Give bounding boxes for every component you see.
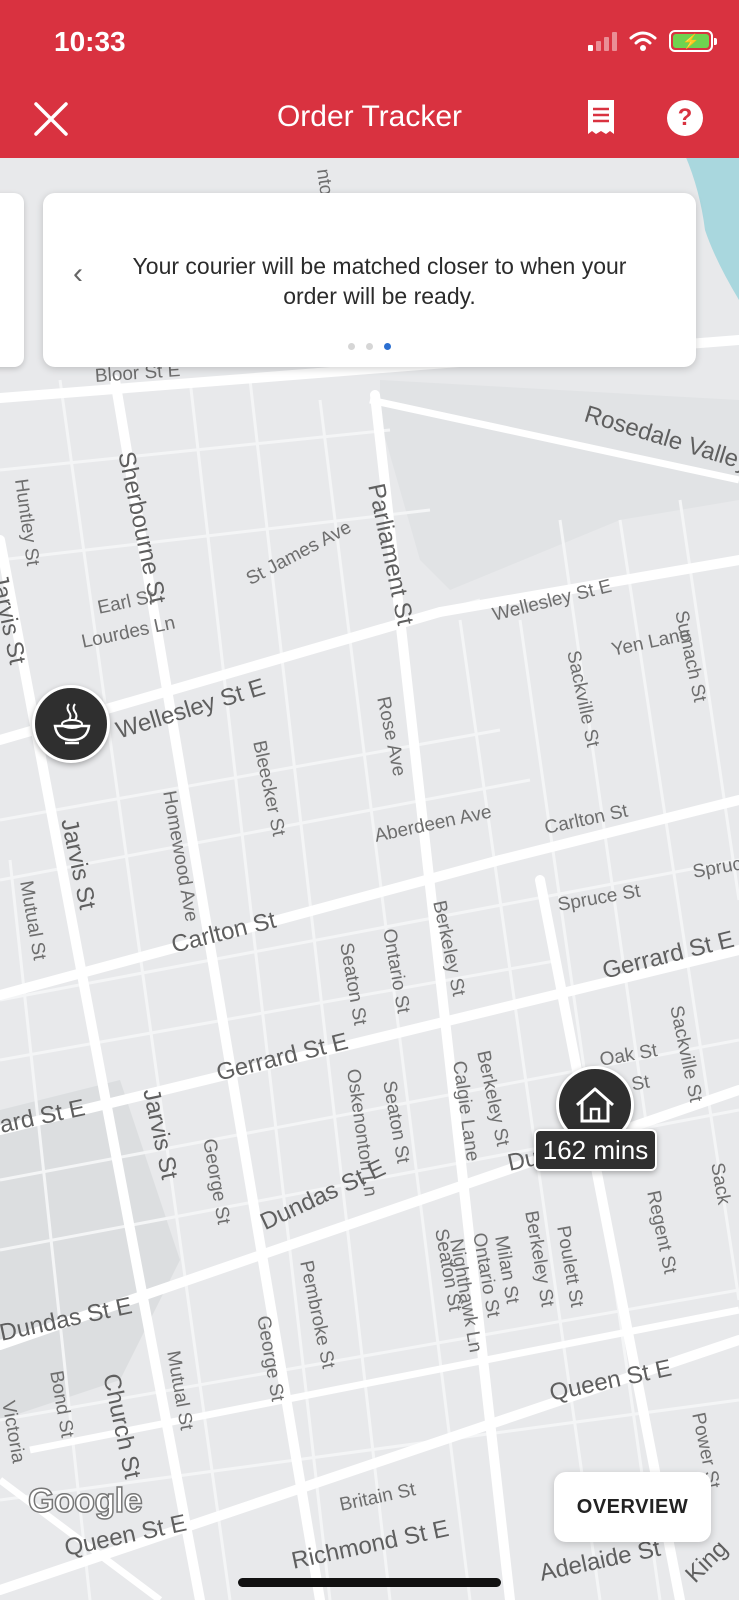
page-dot[interactable] [348,343,355,350]
page-dot-active[interactable] [384,343,391,350]
app-bar: Order Tracker ? [0,88,739,158]
page-dot[interactable] [366,343,373,350]
chevron-left-icon[interactable]: ‹ [63,259,93,289]
status-icons: ⚡ [588,30,717,52]
info-card[interactable]: ‹ Your courier will be matched closer to… [43,193,696,367]
home-indicator [238,1578,501,1587]
help-button[interactable]: ? [667,100,703,136]
battery-charging-icon: ⚡ [669,30,717,52]
receipt-icon [588,100,614,134]
eta-badge: 162 mins [534,1129,657,1171]
wifi-icon [629,31,657,51]
cellular-signal-icon [588,31,617,51]
status-time: 10:33 [54,26,126,57]
page-title: Order Tracker [276,100,463,133]
status-bar: 10:33 ⚡ [0,0,739,88]
page-indicator [43,343,696,350]
overview-button[interactable]: OVERVIEW [554,1472,711,1542]
previous-card-peek[interactable] [0,193,24,367]
info-card-message: Your courier will be matched closer to w… [132,253,627,309]
receipt-button[interactable] [580,96,622,140]
restaurant-marker[interactable] [32,685,110,763]
help-icon: ? [677,104,693,131]
food-bowl-icon [53,703,91,745]
google-attribution[interactable]: Google [27,1481,143,1521]
